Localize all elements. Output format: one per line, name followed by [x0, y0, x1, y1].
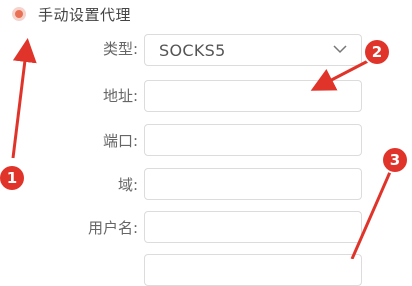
username-label: 用户名: [87, 219, 138, 237]
annotation-marker-3: 3 [383, 148, 407, 172]
domain-label: 域: [117, 176, 138, 194]
manual-proxy-option[interactable]: 手动设置代理 [12, 0, 131, 28]
address-label: 地址: [102, 87, 138, 105]
username-input[interactable] [144, 211, 362, 243]
type-label: 类型: [102, 40, 138, 58]
port-input[interactable] [144, 124, 362, 156]
manual-proxy-label: 手动设置代理 [38, 5, 132, 24]
annotation-marker-2: 2 [365, 40, 389, 64]
proxy-type-select[interactable]: SOCKS5 [144, 34, 362, 66]
port-label: 端口: [102, 132, 138, 150]
arrow-1 [11, 38, 37, 159]
chevron-down-icon[interactable] [333, 44, 347, 54]
annotation-marker-1: 1 [0, 166, 24, 190]
address-input[interactable] [144, 80, 362, 112]
domain-input[interactable] [144, 168, 362, 200]
manual-proxy-radio[interactable] [12, 7, 26, 21]
proxy-type-value: SOCKS5 [159, 41, 226, 60]
